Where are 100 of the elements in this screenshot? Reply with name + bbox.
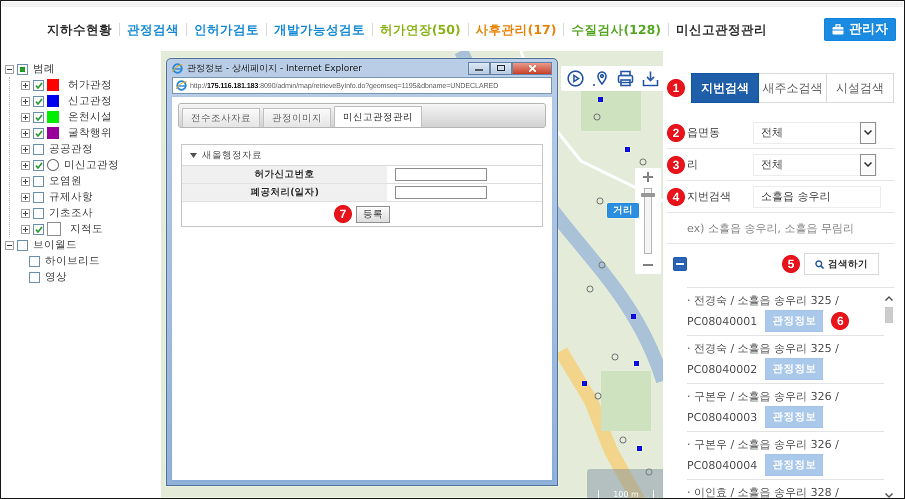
expand-icon[interactable] — [21, 176, 30, 186]
number-badge: 1 — [667, 79, 685, 97]
expand-icon[interactable] — [21, 192, 30, 202]
layer-label: 지적도 — [70, 222, 103, 236]
select-field[interactable]: 전체 — [753, 122, 877, 144]
chevron-up-icon — [885, 296, 893, 301]
field-label: 허가신고번호 — [182, 166, 388, 184]
result-text: · 구본우 / 소흘읍 송우리 326 / — [687, 436, 840, 452]
plus-icon — [643, 172, 653, 182]
collapse-icon[interactable] — [5, 240, 14, 250]
briefcase-icon — [832, 24, 844, 34]
collapse-button[interactable] — [673, 257, 687, 271]
select-field[interactable]: 전체 — [753, 154, 877, 176]
scale-label: 100 m — [598, 490, 654, 498]
section-title: 새올행정자료 — [202, 148, 262, 162]
field-label: 읍면동 — [687, 125, 721, 140]
print-icon[interactable] — [617, 70, 634, 87]
nav-link[interactable]: 미신고관정관리 — [668, 22, 774, 36]
nav-link[interactable]: 수질검사(128) — [563, 22, 668, 36]
input-field[interactable] — [395, 168, 488, 181]
checkbox[interactable] — [17, 64, 28, 74]
well-id: PC08040003 — [687, 410, 758, 424]
layer-label: 허가관정 — [68, 78, 112, 92]
nav-link[interactable]: 사후관리(17) — [468, 22, 564, 36]
maximize-icon — [497, 65, 505, 71]
location-pin-icon[interactable] — [592, 70, 609, 87]
layer-label: 신고관정 — [68, 94, 112, 108]
zoom-control[interactable] — [635, 168, 661, 274]
search-button[interactable]: 검색하기 — [804, 253, 879, 275]
number-badge: 7 — [334, 205, 352, 223]
layer-label: 온천시설 — [68, 110, 112, 124]
input-field[interactable] — [395, 186, 488, 199]
well-id: PC08040004 — [687, 458, 758, 472]
layer-label: 범례 — [33, 62, 55, 76]
expand-icon[interactable] — [21, 96, 30, 106]
layer-label: 굴착행위 — [68, 126, 112, 140]
input-field[interactable]: 소흘읍 송우리 — [753, 186, 881, 208]
minus-icon — [676, 263, 684, 265]
layer-label: 브이월드 — [33, 238, 77, 252]
admin-button[interactable]: 관리자 — [824, 18, 896, 40]
tab[interactable]: 미신고관정관리 — [334, 106, 422, 127]
nav-link[interactable]: 개발가능성검토 — [266, 22, 372, 36]
hint-text: ex) 소흘읍 송우리, 소흘읍 무림리 — [667, 213, 894, 244]
checkbox[interactable] — [33, 224, 44, 234]
tab[interactable]: 전수조사자료 — [182, 108, 260, 127]
checkbox[interactable] — [33, 208, 44, 218]
circle-symbol — [47, 159, 59, 171]
checkbox[interactable] — [33, 128, 44, 138]
close-button[interactable] — [512, 62, 552, 74]
expand-icon[interactable] — [21, 144, 30, 154]
nav-link[interactable]: 지하수현황 — [40, 22, 119, 36]
nav-link[interactable]: 인허가검토 — [186, 22, 266, 36]
minimize-button[interactable] — [468, 62, 490, 74]
play-icon[interactable] — [567, 70, 584, 87]
collapse-icon[interactable] — [5, 64, 14, 74]
expand-icon[interactable] — [21, 208, 30, 218]
number-badge: 6 — [831, 312, 850, 330]
number-badge: 5 — [782, 255, 800, 273]
layer-label: 오염원 — [49, 174, 82, 188]
expand-icon[interactable] — [21, 112, 30, 122]
distance-tag: 거리 — [607, 203, 639, 218]
layer-label: 하이브리드 — [45, 254, 100, 268]
tab[interactable]: 지번검색 — [691, 73, 760, 103]
number-badge: 2 — [667, 124, 685, 142]
download-icon[interactable] — [642, 70, 659, 87]
check-icon — [34, 226, 42, 232]
expand-icon[interactable] — [21, 128, 30, 138]
zoom-in-button[interactable] — [643, 172, 653, 182]
checkbox[interactable] — [17, 240, 28, 250]
scrollbar-thumb[interactable] — [885, 307, 893, 323]
checkbox[interactable] — [33, 192, 44, 202]
globe-icon — [176, 80, 187, 91]
chevron-down-icon — [864, 162, 872, 167]
layer-label: 공공관정 — [49, 142, 93, 156]
register-button[interactable]: 등록 — [356, 206, 390, 222]
expand-icon[interactable] — [21, 160, 30, 170]
check-icon — [34, 98, 42, 104]
tab[interactable]: 시설검색 — [826, 73, 894, 103]
expand-icon[interactable] — [21, 80, 30, 90]
search-icon — [815, 260, 824, 268]
caret-icon[interactable] — [190, 152, 197, 158]
nav-link[interactable]: 관정검색 — [118, 22, 186, 36]
chevron-down-icon — [885, 493, 893, 498]
checkbox[interactable] — [33, 112, 44, 122]
checkbox[interactable] — [33, 80, 44, 90]
maximize-button[interactable] — [490, 62, 512, 74]
tab[interactable]: 관정이미지 — [263, 108, 331, 127]
checkbox[interactable] — [29, 256, 40, 266]
checkbox[interactable] — [33, 160, 44, 170]
checkbox[interactable] — [29, 272, 40, 282]
field-label: 지번검색 — [687, 189, 732, 204]
checkbox[interactable] — [33, 144, 44, 154]
check-icon — [34, 162, 42, 168]
zoom-slider-thumb[interactable] — [641, 193, 655, 198]
check-icon — [34, 114, 42, 120]
expand-icon[interactable] — [21, 224, 30, 234]
field-label: 폐공처리(일자) — [182, 184, 388, 202]
tab[interactable]: 새주소검색 — [759, 73, 827, 103]
checkbox[interactable] — [33, 176, 44, 186]
checkbox[interactable] — [33, 96, 44, 106]
